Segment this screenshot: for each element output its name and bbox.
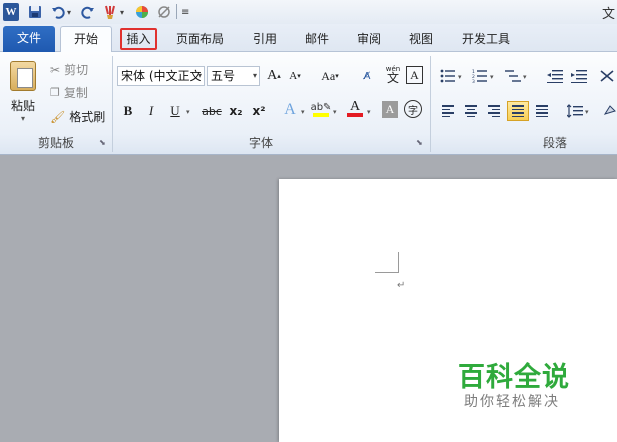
font-size-value: 五号 (211, 69, 236, 83)
color-icon[interactable] (134, 3, 150, 21)
font-name-value: 宋体 (中文正文 (121, 69, 202, 83)
clipboard-launcher-icon[interactable]: ⬊ (99, 138, 106, 147)
text-effects-dropdown-icon[interactable]: ▾ (301, 108, 305, 116)
quick-access-toolbar: W ▾ ▾ ≡ 文 (0, 0, 617, 24)
tab-home[interactable]: 开始 (60, 26, 112, 52)
clear-formatting-icon[interactable]: A̸ (357, 66, 377, 86)
undo-icon[interactable] (50, 3, 66, 21)
line-spacing-dropdown-icon[interactable]: ▾ (585, 108, 589, 116)
no-format-icon[interactable] (156, 3, 172, 21)
font-launcher-icon[interactable]: ⬊ (416, 138, 423, 147)
font-color-button[interactable]: A (345, 98, 365, 118)
superscript-button[interactable]: x² (249, 101, 269, 121)
group-separator (112, 56, 113, 152)
word-logo-icon: W (3, 3, 19, 21)
shading-icon[interactable] (600, 101, 617, 121)
highlight-color-bar (313, 112, 329, 117)
tab-insert[interactable]: 插入 (120, 28, 157, 50)
distributed-button[interactable] (532, 101, 552, 121)
line-spacing-button[interactable] (565, 101, 585, 121)
tab-file[interactable]: 文件 (3, 26, 55, 52)
scissors-icon: ✂ (50, 62, 61, 77)
tab-page-layout[interactable]: 页面布局 (172, 27, 228, 52)
format-painter-button[interactable]: 🖌 格式刷 (50, 108, 105, 125)
brush-icon: 🖌 (50, 109, 66, 124)
font-size-combo[interactable]: 五号 ▾ (207, 66, 260, 86)
character-border-button[interactable]: A (406, 66, 423, 84)
bullets-dropdown-icon[interactable]: ▾ (458, 73, 462, 81)
grow-font-button[interactable]: A ▴ (264, 66, 284, 86)
save-icon[interactable] (27, 3, 43, 21)
multilevel-dropdown-icon[interactable]: ▾ (523, 73, 527, 81)
qat-separator (176, 4, 177, 19)
clipboard-group-label: 剪贴板 (37, 136, 74, 150)
change-case-button[interactable]: Aa ▾ (317, 66, 343, 86)
customize-qat-icon[interactable]: ≡ (181, 3, 189, 21)
text-effects-button[interactable]: A (280, 100, 300, 120)
font-group-label: 字体 (248, 136, 273, 150)
margin-corner-mark (398, 252, 399, 273)
increase-indent-button[interactable] (569, 66, 589, 86)
watermark-subtitle: 助你轻松解决 (464, 394, 560, 410)
bold-button[interactable]: B (118, 101, 138, 121)
paragraph-mark: ↵ (397, 280, 406, 291)
underline-dropdown-icon[interactable]: ▾ (186, 108, 190, 116)
font-name-combo[interactable]: 宋体 (中文正文 ▾ (117, 66, 205, 86)
highlighter-icon: ab✎ (310, 101, 332, 113)
undo-dropdown-icon[interactable]: ▾ (67, 3, 71, 21)
font-color-letter: A (349, 98, 361, 114)
shrink-font-button[interactable]: A ▾ (285, 66, 305, 86)
copy-button[interactable]: ❐ 复制 (50, 84, 88, 101)
highlight-button[interactable]: ab✎ (311, 99, 331, 119)
subscript-button[interactable]: x₂ (226, 101, 246, 121)
copy-icon: ❐ (50, 86, 60, 99)
numbering-dropdown-icon[interactable]: ▾ (490, 73, 494, 81)
justify-button[interactable] (507, 101, 529, 121)
title-truncated: 文 (601, 7, 615, 22)
font-size-dropdown-icon: ▾ (252, 71, 257, 80)
strikethrough-button[interactable]: abc (201, 101, 223, 121)
copy-label: 复制 (63, 86, 88, 100)
tab-developer[interactable]: 开发工具 (456, 27, 516, 52)
paste-label: 粘贴 (10, 99, 35, 113)
paragraph-group-label: 段落 (542, 136, 567, 150)
decrease-indent-button[interactable] (545, 66, 565, 86)
numbering-button[interactable]: 123 (470, 66, 490, 86)
redo-icon[interactable] (80, 3, 96, 21)
phonetic-guide-button[interactable]: wén 文 (383, 64, 403, 84)
format-painter-label: 格式刷 (69, 110, 106, 124)
multilevel-list-button[interactable] (503, 66, 523, 86)
document-page[interactable] (279, 179, 617, 442)
watermark-title: 百科全说 (458, 362, 570, 393)
chinese-layout-icon[interactable] (597, 66, 617, 86)
align-left-button[interactable] (438, 101, 458, 121)
ribbon: 粘贴 ▾ ✂ 剪切 ❐ 复制 🖌 格式刷 剪贴板 ⬊ 宋体 (中文正文 ▾ 五号… (0, 52, 617, 155)
tab-mailings[interactable]: 邮件 (300, 27, 334, 52)
paste-icon (10, 61, 36, 91)
ribbon-tabs: 文件 开始 插入 页面布局 引用 邮件 审阅 视图 开发工具 (0, 24, 617, 52)
font-color-dropdown-icon[interactable]: ▾ (367, 108, 371, 116)
underline-button[interactable]: U (165, 101, 185, 121)
paste-button[interactable]: 粘贴 ▾ (6, 56, 40, 128)
tab-references[interactable]: 引用 (248, 27, 282, 52)
tab-view[interactable]: 视图 (404, 27, 438, 52)
italic-button[interactable]: I (141, 101, 161, 121)
align-center-button[interactable] (461, 101, 481, 121)
character-shading-button[interactable]: A (382, 101, 398, 118)
format-painter-icon[interactable] (103, 3, 119, 21)
group-separator (430, 56, 431, 152)
format-dropdown-icon[interactable]: ▾ (120, 3, 124, 21)
font-name-dropdown-icon: ▾ (197, 71, 202, 80)
highlight-dropdown-icon[interactable]: ▾ (333, 108, 337, 116)
cut-button[interactable]: ✂ 剪切 (50, 61, 88, 78)
tab-review[interactable]: 审阅 (352, 27, 386, 52)
cut-label: 剪切 (64, 63, 89, 77)
bullets-button[interactable] (438, 66, 458, 86)
align-right-button[interactable] (484, 101, 504, 121)
font-color-bar (347, 112, 363, 117)
margin-corner-mark (375, 272, 399, 273)
paste-dropdown-icon: ▾ (20, 114, 25, 123)
svg-text:3: 3 (472, 79, 475, 83)
enclose-characters-button[interactable]: 字 (404, 100, 422, 118)
